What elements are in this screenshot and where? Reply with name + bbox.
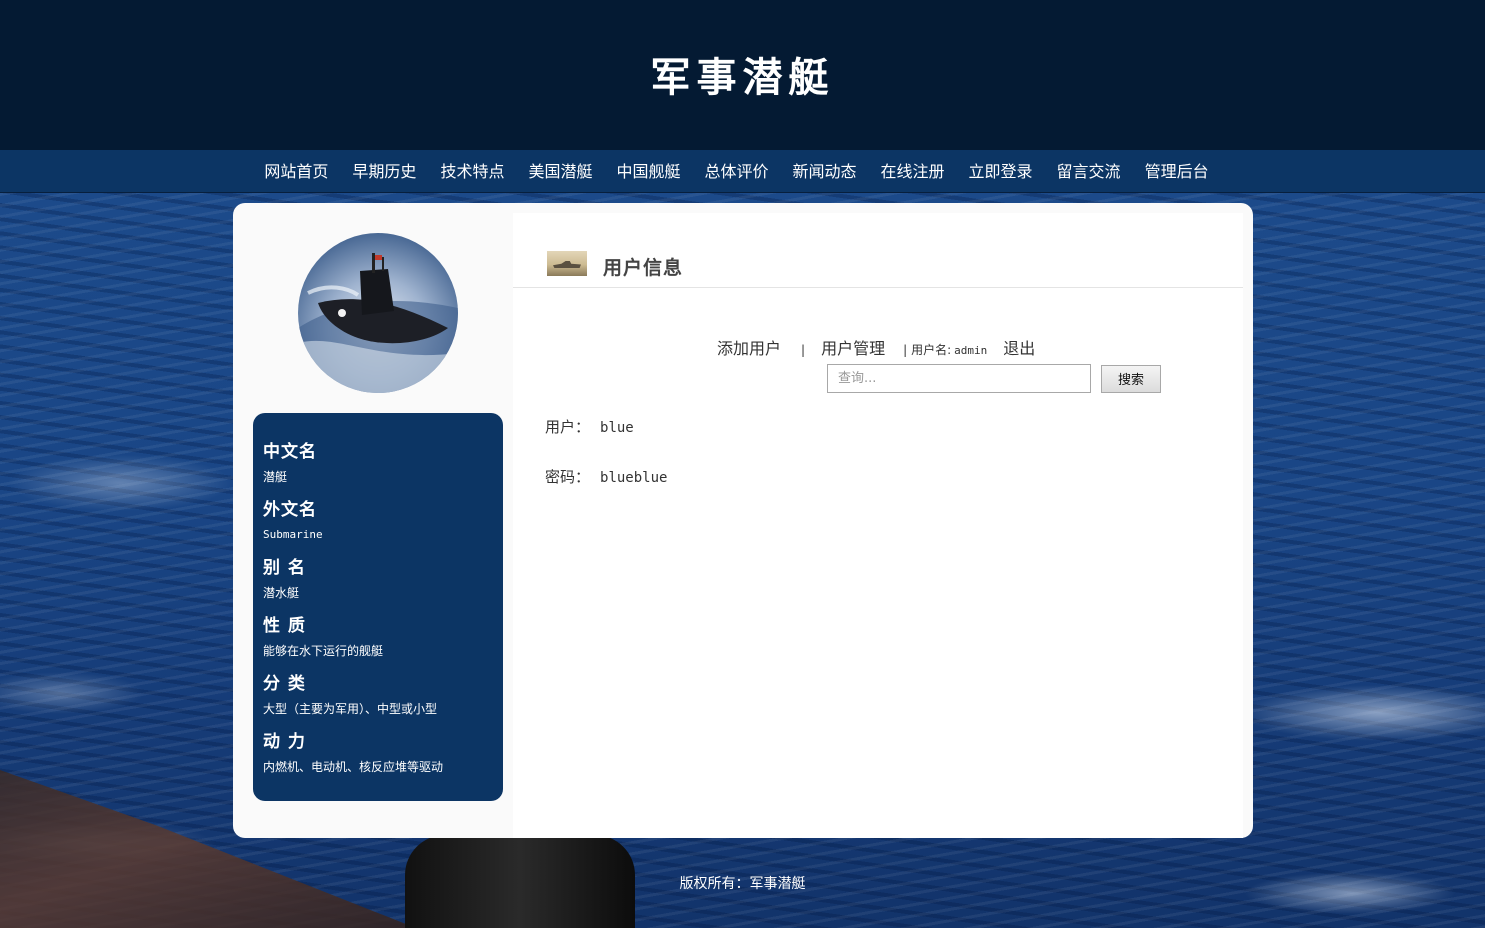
content-header: 用户信息 [513, 213, 1243, 288]
info-term-alias: 别 名 [263, 558, 306, 578]
info-desc-foreign-name: Submarine [263, 528, 323, 541]
copyright-text: 版权所有：军事潜艇 [679, 876, 806, 892]
user-value: blue [600, 420, 634, 436]
content-title: 用户信息 [603, 257, 684, 279]
user-action-bar: 添加用户 | 用户管理 | 用户名: admin 退出 [717, 335, 1035, 359]
nav-item-register[interactable]: 在线注册 [869, 150, 957, 193]
nav-item-us-submarines[interactable]: 美国潜艇 [516, 150, 604, 193]
current-username: admin [954, 344, 988, 357]
separator: | [801, 343, 806, 357]
nav-item-china-ships[interactable]: 中国舰艇 [604, 150, 692, 193]
site-footer: 版权所有：军事潜艇 [0, 873, 1485, 893]
info-desc-power: 内燃机、电动机、核反应堆等驱动 [263, 760, 444, 774]
user-label: 用户： [545, 418, 591, 436]
search-bar: 搜索 [827, 364, 1161, 393]
submarine-avatar-image [298, 233, 458, 393]
nav-list: 网站首页 早期历史 技术特点 美国潜艇 中国舰艇 总体评价 新闻动态 在线注册 … [252, 150, 1220, 193]
nav-item-home[interactable]: 网站首页 [252, 150, 340, 193]
add-user-link[interactable]: 添加用户 [717, 335, 781, 359]
search-input[interactable] [827, 364, 1091, 393]
user-field-row: 用户： blue [545, 416, 634, 437]
site-header: 军事潜艇 [0, 0, 1485, 150]
nav-item-early-history[interactable]: 早期历史 [340, 150, 428, 193]
manage-users-link[interactable]: 用户管理 [821, 335, 885, 359]
password-field-row: 密码： blueblue [545, 466, 667, 487]
nav-item-guestbook[interactable]: 留言交流 [1045, 150, 1133, 193]
info-desc-alias: 潜水艇 [263, 586, 300, 600]
ship-thumbnail-icon [547, 251, 587, 276]
info-term-nature: 性 质 [263, 616, 306, 636]
info-term-category: 分 类 [263, 674, 306, 694]
info-desc-category: 大型（主要为军用）、中型或小型 [263, 702, 438, 716]
username-label: 用户名: [911, 343, 952, 357]
user-info-content: 用户信息 添加用户 | 用户管理 | 用户名: admin 退出 搜索 用户： b… [513, 213, 1243, 838]
nav-item-admin[interactable]: 管理后台 [1133, 150, 1221, 193]
nav-item-tech-features[interactable]: 技术特点 [428, 150, 516, 193]
nav-item-overall-review[interactable]: 总体评价 [692, 150, 780, 193]
info-term-foreign-name: 外文名 [263, 500, 317, 520]
submarine-icon [298, 253, 458, 393]
nav-item-login[interactable]: 立即登录 [957, 150, 1045, 193]
info-term-power: 动 力 [263, 732, 306, 752]
password-value: blueblue [600, 470, 668, 486]
info-desc-nature: 能够在水下运行的舰艇 [263, 644, 384, 658]
main-nav: 网站首页 早期历史 技术特点 美国潜艇 中国舰艇 总体评价 新闻动态 在线注册 … [0, 150, 1485, 193]
main-card: 中文名 潜艇 外文名 Submarine 别 名 潜水艇 性 质 能够在水下运行… [233, 203, 1253, 838]
info-desc-chinese-name: 潜艇 [263, 470, 288, 484]
search-button[interactable]: 搜索 [1101, 364, 1161, 393]
separator: | [903, 343, 908, 357]
nav-item-news[interactable]: 新闻动态 [781, 150, 869, 193]
logout-link[interactable]: 退出 [1003, 335, 1035, 359]
submarine-info-panel: 中文名 潜艇 外文名 Submarine 别 名 潜水艇 性 质 能够在水下运行… [253, 413, 503, 801]
site-title: 军事潜艇 [650, 54, 835, 101]
info-term-chinese-name: 中文名 [263, 442, 317, 462]
password-label: 密码： [545, 468, 591, 486]
